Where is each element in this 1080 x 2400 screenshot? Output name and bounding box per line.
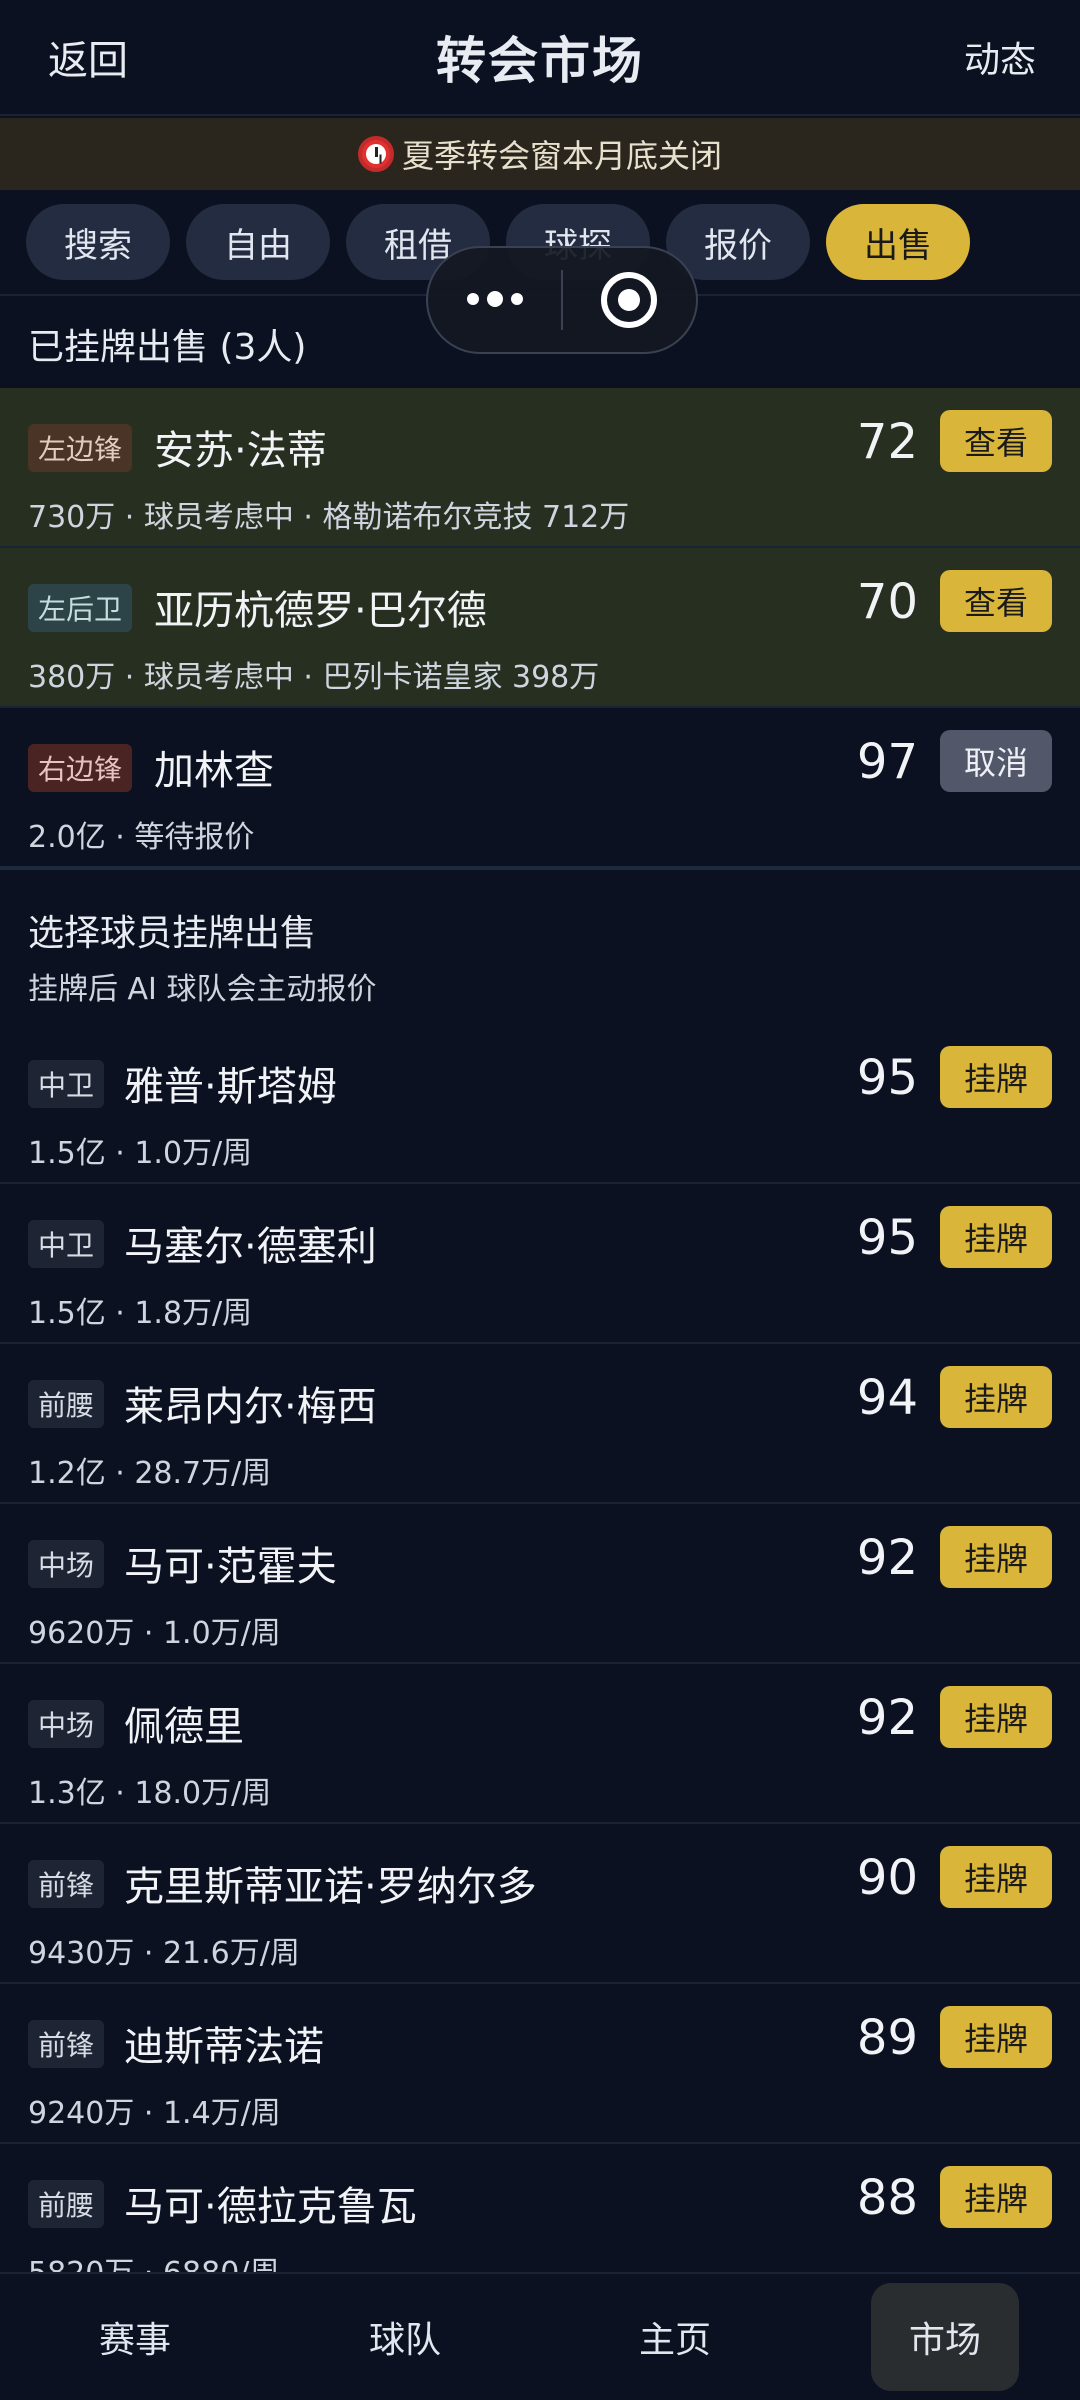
player-name: 迪斯蒂法诺	[124, 2024, 324, 2070]
list-for-sale-button[interactable]: 挂牌	[940, 1526, 1052, 1588]
player-name: 马可·德拉克鲁瓦	[124, 2184, 417, 2230]
sell-section-subtitle: 挂牌后 AI 球队会主动报价	[28, 972, 377, 1007]
player-name: 安苏·法蒂	[154, 428, 327, 474]
list-for-sale-button[interactable]: 挂牌	[940, 1686, 1052, 1748]
player-rating: 92	[856, 1690, 918, 1746]
page-title: 转会市场	[436, 32, 644, 90]
view-button[interactable]: 查看	[940, 410, 1052, 472]
bottom-navigation: 赛事 球队 主页 市场	[0, 2272, 1080, 2400]
position-badge: 前锋	[28, 2020, 105, 2068]
player-rating: 97	[856, 734, 918, 790]
news-button[interactable]: 动态	[964, 31, 1036, 83]
player-value-wage: 1.5亿 · 1.0万/周	[28, 1136, 253, 1171]
player-rating: 95	[856, 1050, 918, 1106]
nav-label: 市场	[870, 2283, 1019, 2391]
player-value-wage: 9240万 · 1.4万/周	[28, 2096, 281, 2131]
nav-label: 主页	[638, 2320, 711, 2361]
list-for-sale-button[interactable]: 挂牌	[940, 1366, 1052, 1428]
section-divider	[0, 866, 1080, 870]
player-status: 380万 · 球员考虑中 · 巴列卡诺皇家 398万	[28, 660, 600, 695]
listed-section-title: 已挂牌出售 (3人)	[28, 327, 307, 368]
listed-player-row: 左边锋 安苏·法蒂 730万 · 球员考虑中 · 格勒诺布尔竞技 712万 72…	[0, 388, 1080, 548]
position-badge: 右边锋	[28, 744, 133, 792]
list-for-sale-button[interactable]: 挂牌	[940, 1206, 1052, 1268]
position-badge: 中卫	[28, 1220, 105, 1268]
cancel-listing-button[interactable]: 取消	[940, 730, 1052, 792]
position-badge: 前腰	[28, 1380, 105, 1428]
more-options-icon[interactable]	[428, 291, 561, 307]
player-row: 中场 佩德里 1.3亿 · 18.0万/周 92 挂牌	[0, 1664, 1080, 1824]
player-name: 佩德里	[124, 1704, 244, 1750]
back-button[interactable]: 返回	[48, 28, 128, 86]
list-for-sale-button[interactable]: 挂牌	[940, 1846, 1052, 1908]
player-row: 中卫 雅普·斯塔姆 1.5亿 · 1.0万/周 95 挂牌	[0, 1024, 1080, 1184]
sell-section-title: 选择球员挂牌出售	[28, 913, 317, 954]
player-rating: 70	[856, 574, 918, 630]
alarm-clock-icon	[357, 136, 394, 172]
player-name: 亚历杭德罗·巴尔德	[154, 588, 487, 634]
player-rating: 72	[856, 414, 918, 470]
player-rating: 94	[856, 1370, 918, 1426]
list-for-sale-button[interactable]: 挂牌	[940, 2006, 1052, 2068]
position-badge: 左后卫	[28, 584, 133, 632]
position-badge: 中场	[28, 1700, 105, 1748]
player-name: 克里斯蒂亚诺·罗纳尔多	[124, 1864, 537, 1910]
player-name: 加林查	[154, 748, 274, 794]
position-badge: 中场	[28, 1540, 105, 1588]
player-row: 前锋 迪斯蒂法诺 9240万 · 1.4万/周 89 挂牌	[0, 1984, 1080, 2144]
player-row: 前锋 克里斯蒂亚诺·罗纳尔多 9430万 · 21.6万/周 90 挂牌	[0, 1824, 1080, 1984]
player-row: 中卫 马塞尔·德塞利 1.5亿 · 1.8万/周 95 挂牌	[0, 1184, 1080, 1344]
player-rating: 90	[856, 1850, 918, 1906]
player-rating: 89	[856, 2010, 918, 2066]
listed-player-row: 右边锋 加林查 2.0亿 · 等待报价 97 取消	[0, 708, 1080, 868]
nav-matches[interactable]: 赛事	[0, 2274, 270, 2400]
tab-sell[interactable]: 出售	[826, 204, 970, 280]
player-value-wage: 1.5亿 · 1.8万/周	[28, 1296, 253, 1331]
player-value-wage: 9620万 · 1.0万/周	[28, 1616, 281, 1651]
position-badge: 左边锋	[28, 424, 133, 472]
tab-search[interactable]: 搜索	[26, 204, 170, 280]
tab-free[interactable]: 自由	[186, 204, 330, 280]
nav-label: 赛事	[98, 2320, 171, 2361]
nav-home[interactable]: 主页	[540, 2274, 810, 2400]
notice-text: 夏季转会窗本月底关闭	[401, 137, 722, 175]
player-status: 730万 · 球员考虑中 · 格勒诺布尔竞技 712万	[28, 500, 630, 535]
player-rating: 88	[856, 2170, 918, 2226]
miniprogram-capsule	[426, 246, 698, 354]
player-rating: 95	[856, 1210, 918, 1266]
player-value-wage: 9430万 · 21.6万/周	[28, 1936, 300, 1971]
position-badge: 中卫	[28, 1060, 105, 1108]
list-for-sale-button[interactable]: 挂牌	[940, 1046, 1052, 1108]
player-row: 前腰 莱昂内尔·梅西 1.2亿 · 28.7万/周 94 挂牌	[0, 1344, 1080, 1504]
player-value-wage: 1.3亿 · 18.0万/周	[28, 1776, 272, 1811]
list-for-sale-button[interactable]: 挂牌	[940, 2166, 1052, 2228]
player-name: 莱昂内尔·梅西	[124, 1384, 377, 1430]
close-miniprogram-icon[interactable]	[563, 272, 696, 328]
nav-label: 球队	[368, 2320, 441, 2361]
player-value-wage: 1.2亿 · 28.7万/周	[28, 1456, 272, 1491]
header-bar: 返回 转会市场 动态	[0, 0, 1080, 116]
player-row: 中场 马可·范霍夫 9620万 · 1.0万/周 92 挂牌	[0, 1504, 1080, 1664]
nav-market[interactable]: 市场	[810, 2274, 1080, 2400]
player-name: 马塞尔·德塞利	[124, 1224, 377, 1270]
position-badge: 前锋	[28, 1860, 105, 1908]
player-name: 马可·范霍夫	[124, 1544, 337, 1590]
listed-player-row: 左后卫 亚历杭德罗·巴尔德 380万 · 球员考虑中 · 巴列卡诺皇家 398万…	[0, 548, 1080, 708]
position-badge: 前腰	[28, 2180, 105, 2228]
view-button[interactable]: 查看	[940, 570, 1052, 632]
nav-team[interactable]: 球队	[270, 2274, 540, 2400]
transfer-window-notice: 夏季转会窗本月底关闭	[0, 118, 1080, 190]
player-rating: 92	[856, 1530, 918, 1586]
player-status: 2.0亿 · 等待报价	[28, 820, 255, 855]
player-name: 雅普·斯塔姆	[124, 1064, 337, 1110]
